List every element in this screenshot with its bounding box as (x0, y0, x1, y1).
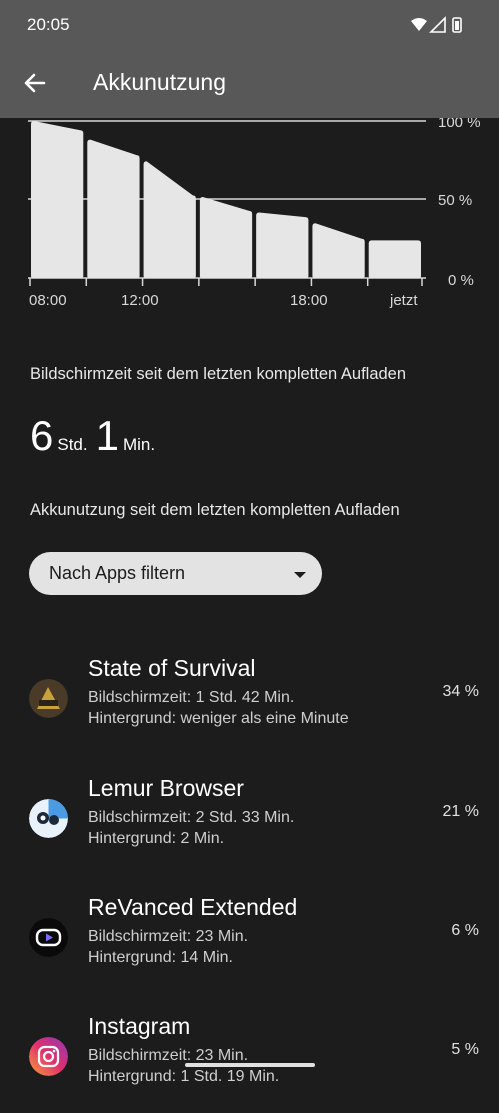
battery-usage-label: Akkunutzung seit dem letzten kompletten … (30, 501, 400, 519)
chart-bar (256, 212, 309, 278)
x-tick-label: jetzt (389, 292, 418, 309)
app-percent: 6 % (451, 922, 479, 939)
screen-time-hours-unit: Std. (57, 435, 88, 454)
y-tick-label: 100 % (438, 118, 481, 131)
chart-bar (312, 223, 365, 278)
status-bar: 20:05 (0, 0, 499, 50)
app-row-revanced-extended[interactable]: ReVanced Extended Bildschirmzeit: 23 Min… (0, 894, 499, 994)
state-of-survival-icon (29, 679, 68, 718)
chart-bar (199, 196, 253, 278)
app-percent: 34 % (442, 683, 479, 700)
y-tick-label: 0 % (448, 272, 474, 289)
screen-time-hours: 6 (30, 412, 54, 459)
app-background-time: Hintergrund: weniger als eine Minute (88, 710, 349, 727)
filter-apps-dropdown[interactable]: Nach Apps filtern (29, 552, 322, 595)
app-screen-time: Bildschirmzeit: 2 Std. 33 Min. (88, 809, 295, 826)
app-row-lemur-browser[interactable]: Lemur Browser Bildschirmzeit: 2 Std. 33 … (0, 775, 499, 875)
chart-bar (87, 139, 140, 278)
cell-signal-icon (429, 16, 446, 33)
app-bar: Akkunutzung (0, 50, 499, 118)
app-background-time: Hintergrund: 14 Min. (88, 949, 233, 966)
screen-time-label: Bildschirmzeit seit dem letzten komplett… (30, 365, 407, 383)
app-row-state-of-survival[interactable]: State of Survival Bildschirmzeit: 1 Std.… (0, 655, 499, 755)
app-background-time: Hintergrund: 2 Min. (88, 830, 225, 847)
page-title: Akkunutzung (93, 69, 226, 95)
app-screen-time: Bildschirmzeit: 1 Std. 42 Min. (88, 689, 295, 706)
instagram-icon (29, 1037, 68, 1076)
revanced-icon (29, 918, 68, 957)
battery-chart-svg: 100 % 50 % 0 % 08:00 12:00 18:00 jetzt (28, 118, 481, 309)
chart-bar (143, 161, 196, 278)
app-name: ReVanced Extended (88, 894, 298, 920)
battery-chart: 100 % 50 % 0 % 08:00 12:00 18:00 jetzt (0, 118, 499, 318)
back-arrow-icon[interactable] (18, 66, 52, 100)
lemur-browser-icon (29, 799, 68, 838)
y-tick-label: 50 % (438, 192, 472, 209)
status-icons (411, 16, 462, 33)
x-tick-label: 08:00 (29, 292, 67, 309)
x-tick-label: 12:00 (121, 292, 159, 309)
chart-bar (31, 121, 84, 278)
screen-time-value: 6 Std. 1 Min. (30, 412, 163, 462)
app-percent: 21 % (442, 803, 479, 820)
screen-time-minutes-unit: Min. (122, 435, 156, 454)
app-name: Instagram (88, 1013, 191, 1039)
dropdown-caret-icon (294, 572, 306, 578)
app-background-time: Hintergrund: 1 Std. 19 Min. (88, 1068, 280, 1085)
status-time: 20:05 (27, 15, 70, 34)
screen-time-minutes: 1 (95, 412, 119, 459)
wifi-icon (411, 18, 427, 31)
home-indicator[interactable] (185, 1063, 315, 1067)
app-screen-time: Bildschirmzeit: 23 Min. (88, 928, 249, 945)
filter-label: Nach Apps filtern (49, 563, 186, 583)
app-name: Lemur Browser (88, 775, 244, 801)
x-tick-label: 18:00 (290, 292, 328, 309)
chart-bar (368, 240, 421, 278)
app-percent: 5 % (451, 1041, 479, 1058)
app-name: State of Survival (88, 655, 256, 681)
